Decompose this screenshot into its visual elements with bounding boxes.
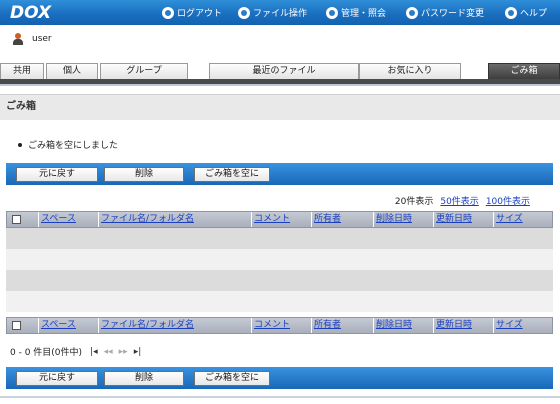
dox-logo: DOX (10, 3, 52, 22)
empty-trash-button[interactable]: ごみ箱を空に (194, 167, 270, 182)
empty-trash-button-bottom[interactable]: ごみ箱を空に (194, 371, 270, 386)
table-row (6, 291, 553, 312)
top-bar: DOX ログアウト ファイル操作 管理・照会 パスワード変更 ヘルプ (0, 0, 560, 25)
column-size-bottom[interactable]: サイズ (494, 318, 552, 333)
bullet-icon (18, 142, 22, 147)
table-row (6, 249, 553, 270)
user-row: user (0, 25, 560, 53)
page-size-selector: 20件表示 50件表示 100件表示 (395, 194, 530, 207)
table-header: スペース ファイル名/フォルダ名 コメント 所有者 削除日時 更新日時 サイズ (6, 211, 553, 228)
logout-label: ログアウト (177, 9, 223, 19)
file-operation-link[interactable]: ファイル操作 (238, 0, 307, 25)
tab-shared[interactable]: 共用 (0, 63, 44, 79)
table-footer-header: スペース ファイル名/フォルダ名 コメント 所有者 削除日時 更新日時 サイズ (6, 317, 553, 334)
first-page-icon[interactable]: |◂ (90, 347, 98, 357)
next-page-icon[interactable]: ▸▸ (119, 347, 128, 357)
page-size-current: 20件表示 (394, 197, 434, 207)
status-message-text: ごみ箱を空にしました (28, 141, 119, 151)
status-message: ごみ箱を空にしました (18, 138, 118, 151)
column-comment-bottom[interactable]: コメント (252, 318, 312, 333)
select-all-checkbox[interactable] (12, 215, 21, 224)
tab-personal[interactable]: 個人 (46, 63, 98, 79)
help-link[interactable]: ヘルプ (505, 0, 547, 25)
column-updated-at-bottom[interactable]: 更新日時 (434, 318, 494, 333)
password-change-link[interactable]: パスワード変更 (406, 0, 484, 25)
file-op-icon (238, 6, 250, 19)
tab-bar: 共用 個人 グループ 最近のファイル お気に入り ごみ箱 (0, 63, 560, 79)
select-all-checkbox-bottom[interactable] (12, 321, 21, 330)
help-label: ヘルプ (520, 9, 548, 19)
last-page-icon[interactable]: ▸| (134, 347, 142, 357)
footer-checkbox-cell (7, 318, 39, 333)
logout-icon (162, 6, 174, 19)
column-space-bottom[interactable]: スペース (39, 318, 99, 333)
column-deleted-at[interactable]: 削除日時 (374, 212, 434, 227)
action-bar-bottom: 元に戻す 削除 ごみ箱を空に (6, 367, 553, 389)
pagination-summary: 0 - 0 件目(0件中) (10, 348, 83, 358)
table-row (6, 228, 553, 249)
refresh-icon (406, 6, 418, 19)
tab-favorites[interactable]: お気に入り (359, 63, 461, 79)
prev-page-icon[interactable]: ◂◂ (104, 347, 113, 357)
tab-underline-shadow (0, 84, 560, 86)
column-owner[interactable]: 所有者 (312, 212, 374, 227)
delete-button-bottom[interactable]: 削除 (104, 371, 184, 386)
column-space[interactable]: スペース (39, 212, 99, 227)
column-owner-bottom[interactable]: 所有者 (312, 318, 374, 333)
column-deleted-at-bottom[interactable]: 削除日時 (374, 318, 434, 333)
tab-group[interactable]: グループ (100, 63, 188, 79)
help-icon (505, 6, 517, 19)
page-title: ごみ箱 (0, 94, 560, 120)
admin-label: 管理・照会 (341, 9, 387, 19)
logout-link[interactable]: ログアウト (162, 0, 222, 25)
footer-divider (0, 396, 560, 398)
pagination-nav: |◂ ◂◂ ▸▸ ▸| (90, 347, 141, 357)
user-avatar-icon (12, 33, 24, 45)
column-size[interactable]: サイズ (494, 212, 552, 227)
password-change-label: パスワード変更 (421, 9, 485, 19)
page-size-100-link[interactable]: 100件表示 (486, 194, 530, 207)
restore-button[interactable]: 元に戻す (16, 167, 98, 182)
delete-button[interactable]: 削除 (104, 167, 184, 182)
file-operation-label: ファイル操作 (253, 9, 308, 19)
restore-button-bottom[interactable]: 元に戻す (16, 371, 98, 386)
tab-recent-files[interactable]: 最近のファイル (209, 63, 359, 79)
svg-text:DOX: DOX (10, 3, 52, 22)
column-comment[interactable]: コメント (252, 212, 312, 227)
user-name: user (32, 34, 52, 44)
tab-trash[interactable]: ごみ箱 (488, 63, 560, 79)
column-filename-bottom[interactable]: ファイル名/フォルダ名 (99, 318, 252, 333)
admin-icon (326, 6, 338, 19)
header-checkbox-cell (7, 212, 39, 227)
admin-link[interactable]: 管理・照会 (326, 0, 386, 25)
column-updated-at[interactable]: 更新日時 (434, 212, 494, 227)
column-filename[interactable]: ファイル名/フォルダ名 (99, 212, 252, 227)
action-bar-top: 元に戻す 削除 ごみ箱を空に (6, 163, 553, 185)
table-row (6, 270, 553, 291)
page-size-50-link[interactable]: 50件表示 (440, 194, 478, 207)
pagination: 0 - 0 件目(0件中) |◂ ◂◂ ▸▸ ▸| (10, 345, 141, 359)
